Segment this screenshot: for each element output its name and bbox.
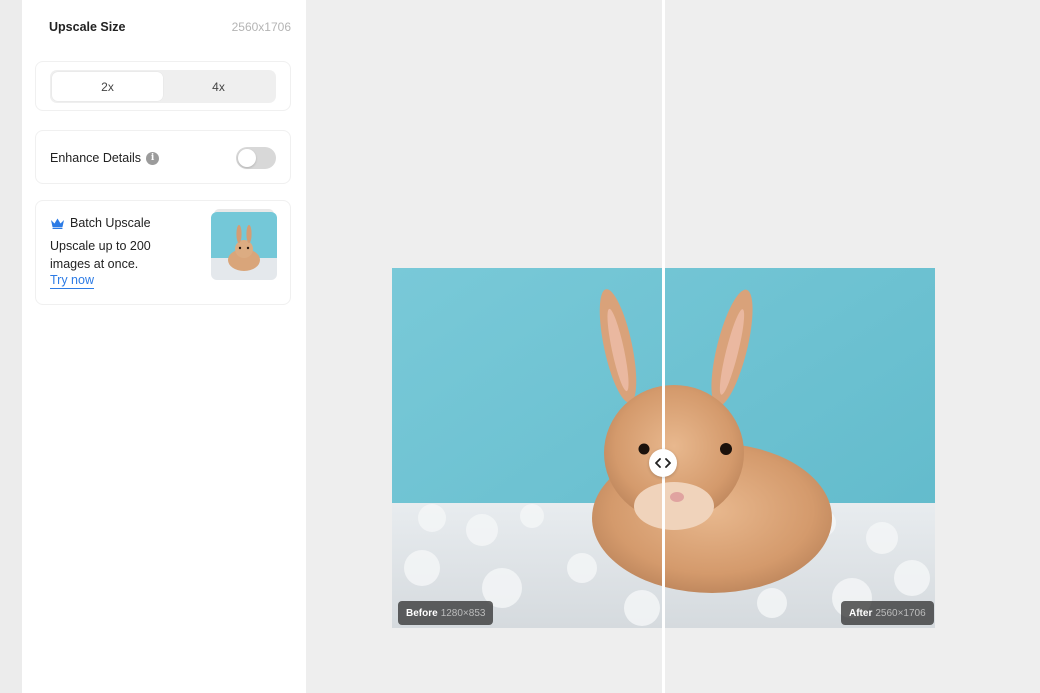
upscale-size-row: Upscale Size 2560x1706	[49, 19, 291, 35]
after-badge: After 2560×1706	[841, 601, 934, 625]
scale-card: 2x 4x	[35, 61, 291, 111]
before-label: Before	[406, 607, 438, 619]
try-now-link[interactable]: Try now	[50, 273, 94, 289]
batch-thumbnail	[211, 212, 277, 280]
scale-2x-button[interactable]: 2x	[52, 72, 163, 101]
before-dimensions: 1280×853	[440, 607, 486, 619]
upscale-size-value: 2560x1706	[231, 20, 291, 34]
settings-panel: Upscale Size 2560x1706 2x 4x Enhance Det…	[22, 0, 306, 693]
toggle-knob	[238, 149, 256, 167]
chevrons-left-right-icon	[655, 458, 671, 468]
left-gutter	[0, 0, 22, 693]
after-dimensions: 2560×1706	[875, 607, 926, 619]
enhance-details-label: Enhance Details	[50, 151, 142, 165]
batch-description: Upscale up to 200 images at once.	[50, 239, 151, 271]
scale-4x-button[interactable]: 4x	[163, 72, 274, 101]
enhance-details-row: Enhance Details i	[50, 151, 160, 165]
scale-selector: 2x 4x	[50, 70, 276, 103]
upscale-size-label: Upscale Size	[49, 20, 126, 34]
batch-upscale-card: Batch Upscale Upscale up to 200 images a…	[35, 200, 291, 305]
info-icon[interactable]: i	[146, 151, 160, 165]
after-label: After	[849, 607, 873, 619]
batch-title-row: Batch Upscale	[50, 216, 151, 230]
compare-slider-handle[interactable]	[649, 449, 677, 477]
enhance-details-toggle[interactable]	[236, 147, 276, 169]
enhance-details-card: Enhance Details i	[35, 130, 291, 184]
compare-divider[interactable]	[662, 0, 665, 693]
batch-title: Batch Upscale	[70, 216, 151, 230]
preview-canvas: Before 1280×853 After 2560×1706	[306, 0, 1040, 693]
before-badge: Before 1280×853	[398, 601, 494, 625]
crown-icon	[51, 218, 64, 229]
